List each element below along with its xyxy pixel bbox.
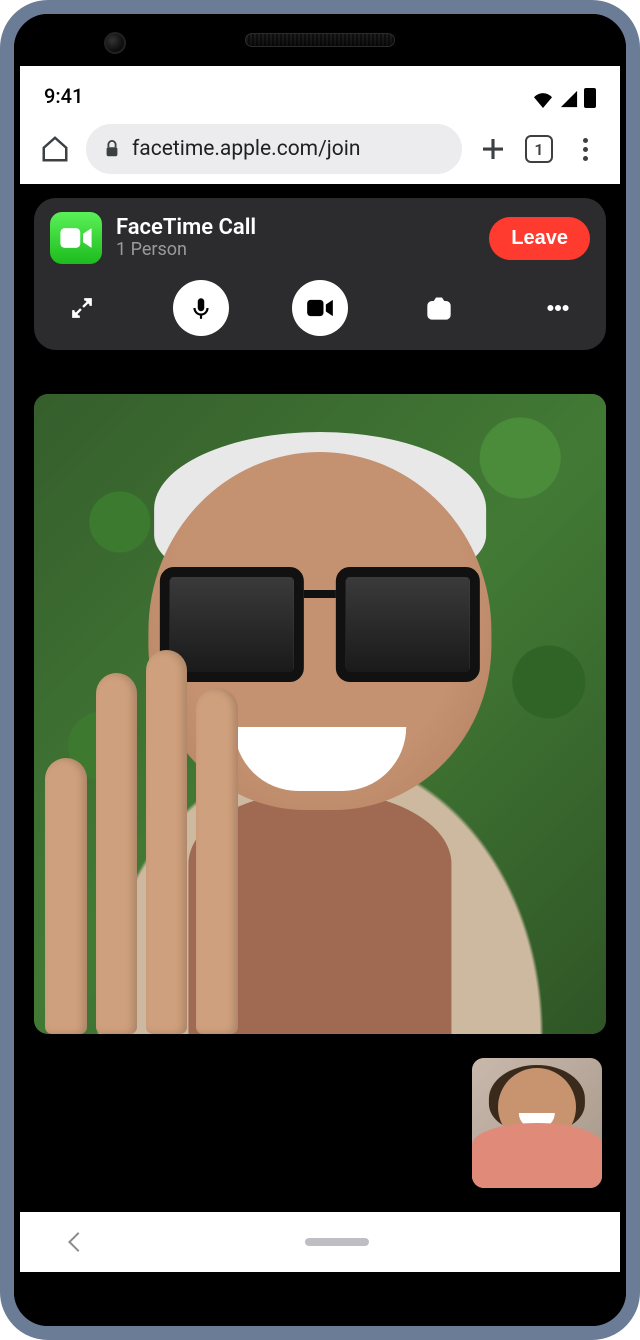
call-title-block: FaceTime Call 1 Person <box>116 215 475 261</box>
wifi-icon <box>532 89 554 107</box>
lock-icon <box>104 140 120 158</box>
speaker-grill <box>245 33 395 47</box>
tab-count: 1 <box>534 140 543 159</box>
expand-button[interactable] <box>54 280 110 336</box>
url-text: facetime.apple.com/join <box>132 137 360 161</box>
camera-toggle-button[interactable] <box>292 280 348 336</box>
home-button[interactable] <box>40 134 70 164</box>
overflow-menu-button[interactable] <box>570 134 600 164</box>
call-title: FaceTime Call <box>116 215 475 240</box>
leave-button[interactable]: Leave <box>489 217 590 260</box>
facetime-app-icon <box>50 212 102 264</box>
status-time: 9:41 <box>44 84 83 108</box>
status-icons <box>532 88 596 108</box>
cell-signal-icon <box>560 89 578 107</box>
tab-switcher-button[interactable]: 1 <box>524 134 554 164</box>
mute-button[interactable] <box>173 280 229 336</box>
screen: 9:41 facetime.apple.com/join <box>20 66 620 1272</box>
back-button[interactable] <box>68 1232 88 1252</box>
front-camera <box>104 32 126 54</box>
status-bar: 9:41 <box>20 66 620 114</box>
phone-hardware-bottom <box>14 1272 626 1326</box>
call-subtitle: 1 Person <box>116 240 475 261</box>
remote-video-tile[interactable] <box>34 394 606 1034</box>
more-button[interactable] <box>530 280 586 336</box>
url-bar[interactable]: facetime.apple.com/join <box>86 124 462 174</box>
phone-frame: 9:41 facetime.apple.com/join <box>0 0 640 1340</box>
browser-bar: facetime.apple.com/join 1 <box>20 114 620 184</box>
self-view-tile[interactable] <box>472 1058 602 1188</box>
phone-hardware-top <box>14 14 626 66</box>
home-gesture-pill[interactable] <box>305 1238 369 1246</box>
new-tab-button[interactable] <box>478 134 508 164</box>
battery-icon <box>584 88 596 108</box>
android-nav-bar <box>20 1212 620 1272</box>
call-area: FaceTime Call 1 Person Leave <box>20 184 620 1212</box>
call-controls-panel: FaceTime Call 1 Person Leave <box>34 198 606 350</box>
flip-camera-button[interactable] <box>411 280 467 336</box>
